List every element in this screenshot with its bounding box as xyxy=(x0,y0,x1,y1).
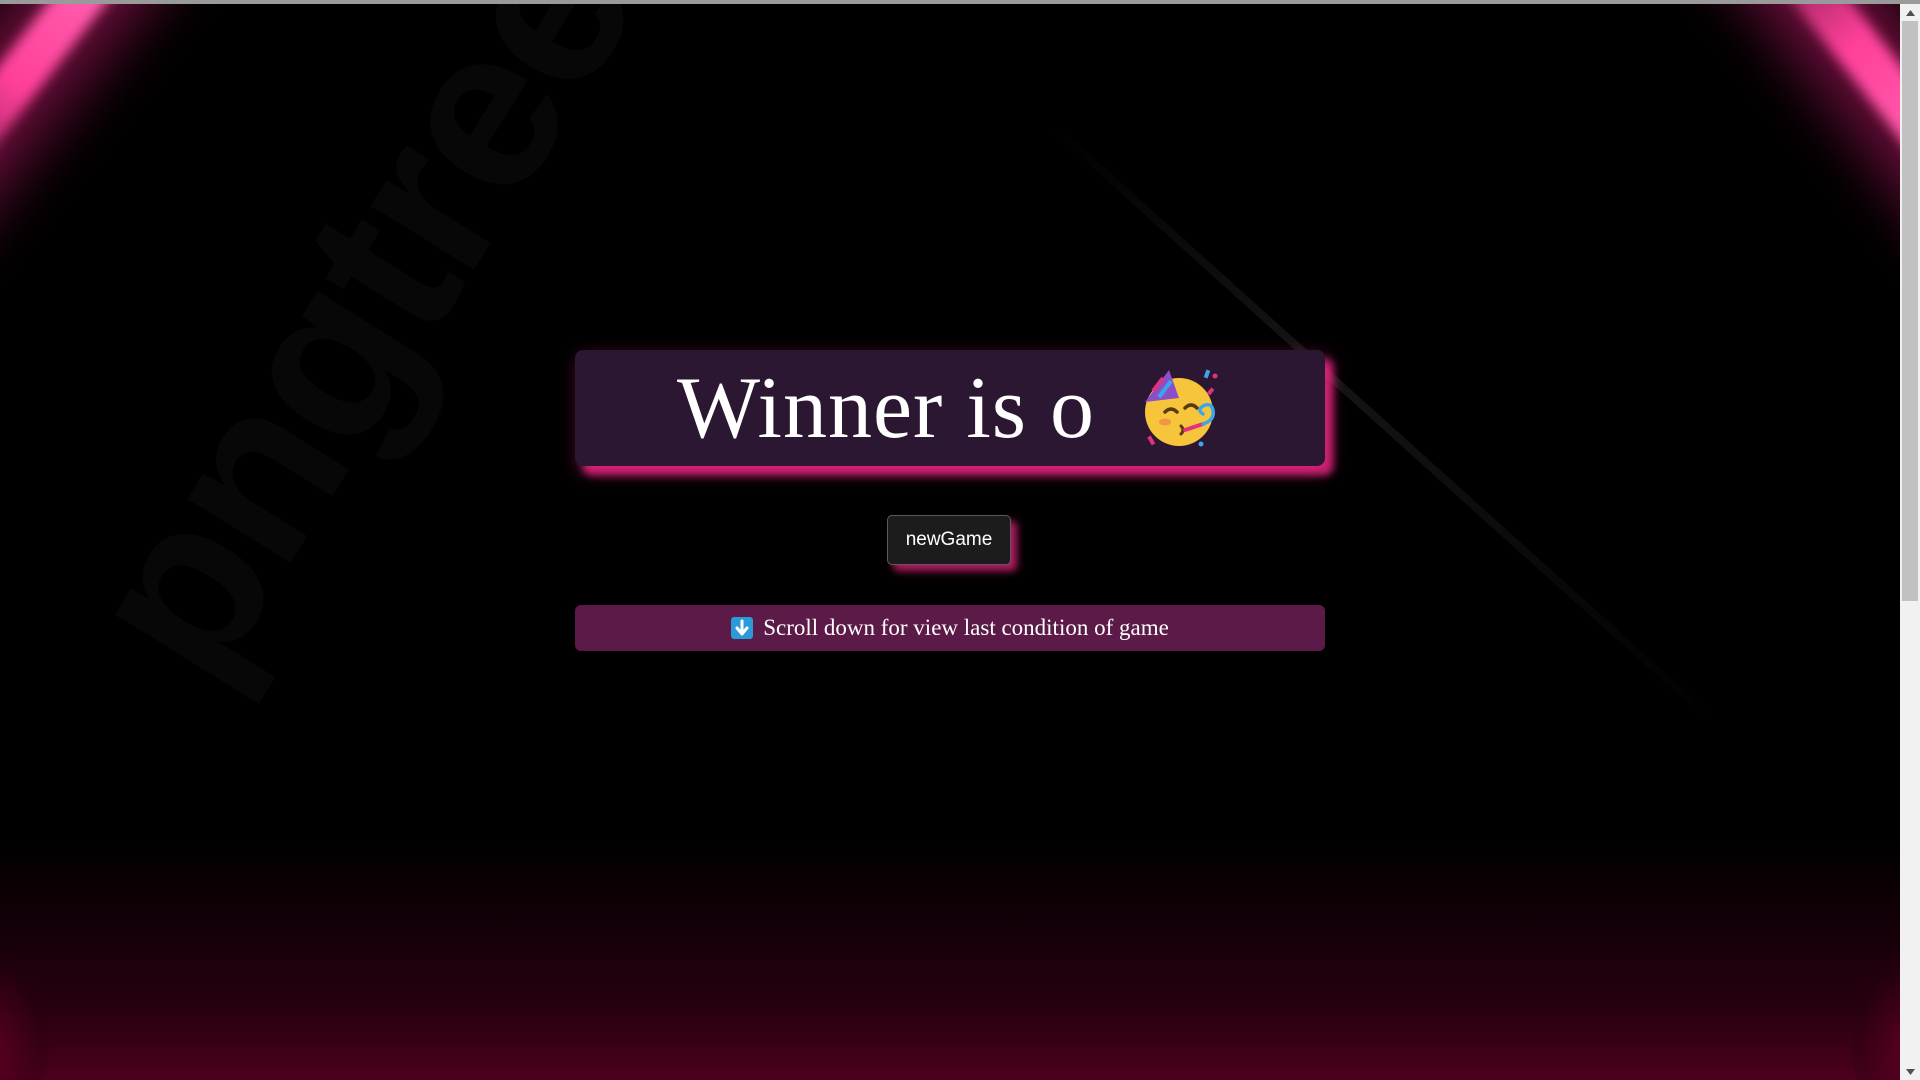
scroll-hint-text: Scroll down for view last condition of g… xyxy=(763,615,1169,640)
scroll-down-arrow-icon[interactable] xyxy=(1900,1063,1920,1080)
down-arrow-icon xyxy=(731,617,754,639)
floor-glow xyxy=(0,840,1900,1080)
winner-message: Winner is o xyxy=(676,359,1096,457)
vertical-scrollbar[interactable] xyxy=(1900,4,1920,1080)
window-top-border xyxy=(0,0,1920,4)
scrollbar-thumb[interactable] xyxy=(1902,21,1918,601)
spotlight-beam-right xyxy=(1691,0,1900,283)
partying-face-icon xyxy=(1135,364,1223,452)
game-stage: pngtree Winner is o xyxy=(0,0,1900,1080)
spotlight-beam-left xyxy=(0,0,209,283)
winner-banner: Winner is o xyxy=(575,350,1325,466)
scroll-up-arrow-icon[interactable] xyxy=(1900,4,1920,21)
scroll-hint-bar: Scroll down for view last condition of g… xyxy=(575,605,1325,651)
new-game-button[interactable]: newGame xyxy=(887,515,1011,565)
